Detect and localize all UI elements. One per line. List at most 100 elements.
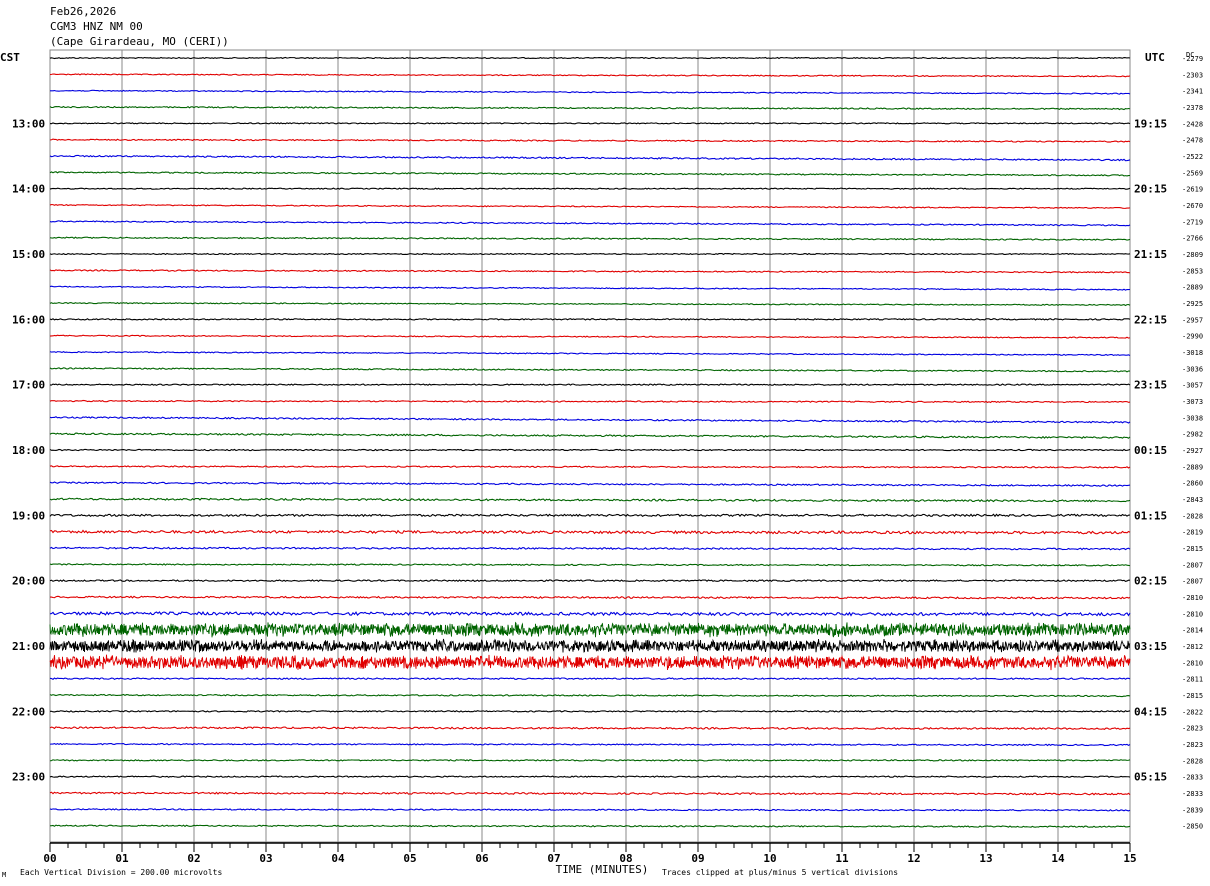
left-hour-label: 23:00 <box>12 771 45 784</box>
seismic-traces <box>49 56 1131 828</box>
dc-offset-value: -2889 <box>1182 463 1203 471</box>
x-tick-label: 06 <box>475 852 489 865</box>
x-tick-label: 03 <box>259 852 272 865</box>
trace-row <box>49 546 1131 551</box>
dc-offset-value: -2860 <box>1182 480 1203 488</box>
dc-offset-value: -2378 <box>1182 104 1203 112</box>
trace-row <box>49 73 1131 78</box>
left-hour-label: 22:00 <box>12 705 45 718</box>
trace-row <box>49 285 1131 291</box>
trace-row <box>49 269 1131 274</box>
dc-offset-value: -2819 <box>1182 529 1203 537</box>
dc-offset-value: -2823 <box>1182 741 1203 749</box>
plot-frame <box>49 49 1131 843</box>
dc-offset-value: -2766 <box>1182 235 1203 243</box>
trace-row <box>49 171 1131 177</box>
trace-row <box>49 105 1131 111</box>
x-tick-label: 09 <box>691 852 704 865</box>
dc-offset-value: -2341 <box>1182 88 1203 96</box>
trace-row <box>49 579 1131 583</box>
trace-row <box>49 416 1131 424</box>
right-hour-label: 21:15 <box>1134 248 1167 261</box>
dc-offset-value: -2927 <box>1182 447 1203 455</box>
dc-offset-value: -2719 <box>1182 218 1203 226</box>
clip-note: Traces clipped at plus/minus 5 vertical … <box>662 868 898 877</box>
trace-row <box>49 808 1131 812</box>
trace-row <box>49 654 1131 671</box>
trace-row <box>49 791 1131 796</box>
dc-offset-value: -3018 <box>1182 349 1203 357</box>
trace-row <box>49 595 1131 600</box>
right-hour-label: 23:15 <box>1134 379 1167 392</box>
trace-row <box>49 56 1131 60</box>
trace-row <box>49 301 1131 307</box>
right-hour-label: 22:15 <box>1134 313 1167 326</box>
dc-offset-value: -2822 <box>1182 708 1203 716</box>
dc-offset-value: -3038 <box>1182 414 1203 422</box>
dc-offset-value: -2957 <box>1182 316 1203 324</box>
trace-row <box>49 432 1131 439</box>
right-hour-label: 02:15 <box>1134 575 1167 588</box>
trace-row <box>49 824 1131 828</box>
dc-offset-value: -2833 <box>1182 790 1203 798</box>
x-tick-label: 15 <box>1123 852 1136 865</box>
time-labels: 13:00 14:00 15:00 16:00 17:00 18:00 19:00 20:00… <box>12 55 1203 865</box>
dc-offset-value: -2828 <box>1182 757 1203 765</box>
dc-offset-value: -2522 <box>1182 153 1203 161</box>
trace-row <box>49 203 1131 209</box>
right-hour-label: 05:15 <box>1134 771 1167 784</box>
dc-offset-value: -2925 <box>1182 300 1203 308</box>
dc-offset-value: -2810 <box>1182 659 1203 667</box>
trace-row <box>49 693 1131 698</box>
trace-row <box>49 611 1131 617</box>
dc-offset-value: -2569 <box>1182 169 1203 177</box>
dc-offset-value: -2853 <box>1182 267 1203 275</box>
x-tick-label: 13 <box>979 852 992 865</box>
dc-offset-value: -2815 <box>1182 545 1203 553</box>
left-hour-label: 18:00 <box>12 444 45 457</box>
corner-mark: M <box>2 871 6 879</box>
x-tick-label: 05 <box>403 852 416 865</box>
trace-row <box>49 513 1131 518</box>
right-hour-label: 04:15 <box>1134 705 1167 718</box>
x-tick-label: 00 <box>43 852 56 865</box>
trace-row <box>49 89 1131 95</box>
dc-offset-value: -2428 <box>1182 120 1203 128</box>
right-hour-label: 03:15 <box>1134 640 1167 653</box>
trace-row <box>49 726 1131 730</box>
trace-row <box>49 399 1131 404</box>
dc-offset-value: -2850 <box>1182 823 1203 831</box>
dc-offset-value: -2809 <box>1182 251 1203 259</box>
trace-row <box>49 529 1131 535</box>
trace-row <box>49 138 1131 143</box>
dc-offset-value: -2812 <box>1182 643 1203 651</box>
left-hour-label: 14:00 <box>12 183 45 196</box>
trace-row <box>49 677 1131 681</box>
left-hour-label: 17:00 <box>12 379 45 392</box>
x-tick-label: 11 <box>835 852 849 865</box>
trace-row <box>49 563 1131 567</box>
dc-offset-value: -2833 <box>1182 774 1203 782</box>
trace-row <box>49 465 1131 469</box>
trace-row <box>49 236 1131 241</box>
dc-offset-value: -2810 <box>1182 594 1203 602</box>
dc-offset-value: -2814 <box>1182 627 1203 635</box>
trace-row <box>49 710 1131 713</box>
dc-offset-value: -2982 <box>1182 431 1203 439</box>
dc-offset-value: -2303 <box>1182 71 1203 79</box>
x-tick-label: 10 <box>763 852 776 865</box>
trace-row <box>49 187 1131 190</box>
trace-row <box>49 220 1131 227</box>
dc-offset-value: -2619 <box>1182 186 1203 194</box>
left-hour-label: 21:00 <box>12 640 45 653</box>
trace-row <box>49 334 1131 339</box>
left-hour-label: 13:00 <box>12 117 45 130</box>
dc-offset-value: -2839 <box>1182 806 1203 814</box>
right-hour-label: 01:15 <box>1134 509 1167 522</box>
left-hour-label: 16:00 <box>12 313 45 326</box>
dc-offset-value: -2815 <box>1182 692 1203 700</box>
x-tick-label: 14 <box>1051 852 1065 865</box>
trace-row <box>49 448 1131 452</box>
dc-offset-value: -2810 <box>1182 610 1203 618</box>
dc-offset-value: -2670 <box>1182 202 1203 210</box>
